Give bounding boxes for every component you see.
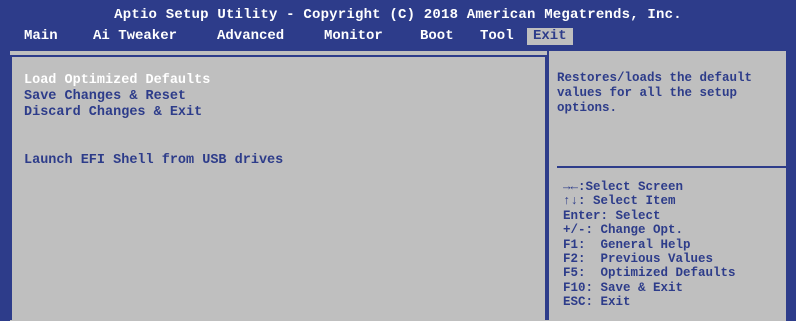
save-changes-reset-option[interactable]: Save Changes & Reset: [24, 89, 186, 104]
key-change-opt: +/-: Change Opt.: [563, 223, 684, 238]
tab-monitor[interactable]: Monitor: [324, 28, 383, 45]
load-optimized-defaults-option[interactable]: Load Optimized Defaults: [24, 73, 210, 88]
tab-advanced[interactable]: Advanced: [217, 28, 284, 45]
key-esc-exit: ESC: Exit: [563, 295, 631, 310]
launch-efi-shell-option[interactable]: Launch EFI Shell from USB drives: [24, 153, 283, 168]
key-previous-values: F2: Previous Values: [563, 251, 714, 266]
key-optimized-defaults: F5: Optimized Defaults: [563, 266, 736, 281]
discard-changes-exit-option[interactable]: Discard Changes & Exit: [24, 105, 202, 120]
header-bar: Aptio Setup Utility - Copyright (C) 2018…: [0, 0, 796, 45]
utility-title: Aptio Setup Utility - Copyright (C) 2018…: [114, 7, 682, 23]
key-save-exit: F10: Save & Exit: [563, 280, 684, 295]
tab-main[interactable]: Main: [24, 28, 58, 45]
tab-exit[interactable]: Exit: [527, 28, 573, 45]
tab-boot[interactable]: Boot: [420, 28, 454, 45]
key-general-help: F1: General Help: [563, 237, 691, 252]
help-separator: [557, 166, 788, 168]
key-select-item: ↑↓: Select Item: [563, 194, 676, 209]
key-enter-select: Enter: Select: [563, 208, 661, 223]
key-legend: →←:Select Screen ↑↓: Select Item Enter: …: [563, 180, 736, 310]
tab-ai-tweaker[interactable]: Ai Tweaker: [93, 28, 177, 45]
help-text: Restores/loads the default values for al…: [557, 71, 753, 115]
tab-tool[interactable]: Tool: [480, 28, 514, 45]
panel-divider: [547, 51, 549, 320]
key-select-screen: →←:Select Screen: [563, 180, 684, 194]
